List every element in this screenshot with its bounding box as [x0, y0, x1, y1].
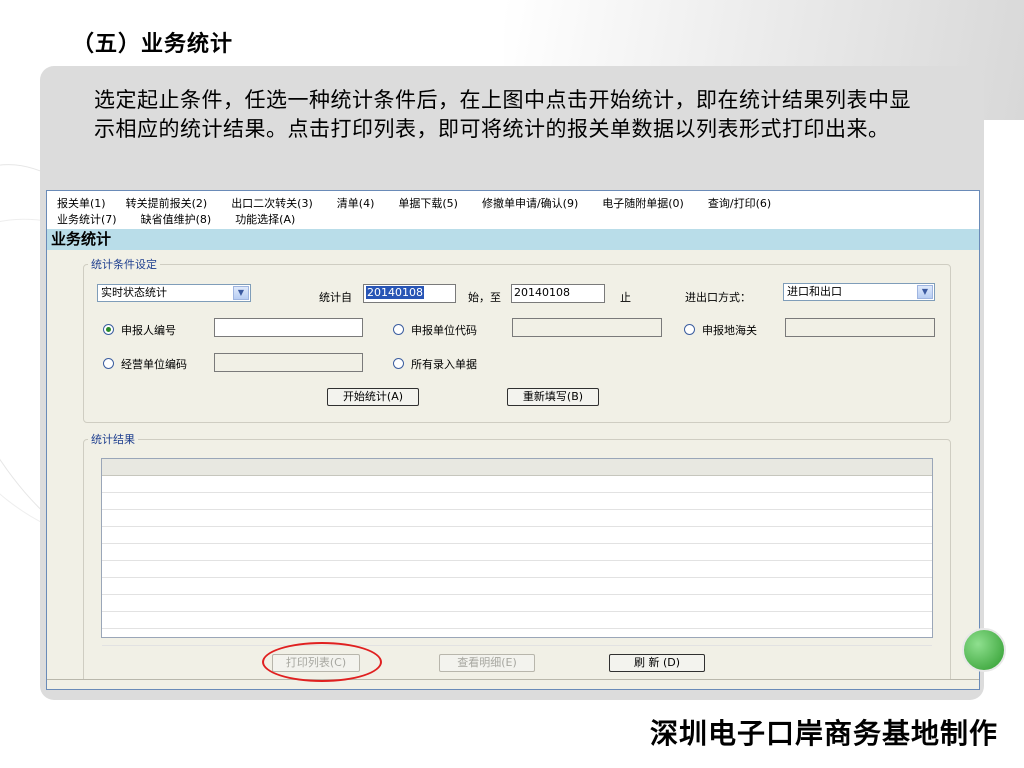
menu-item-doc-download[interactable]: 单据下载(5) [398, 195, 458, 211]
table-row [102, 612, 932, 629]
highlight-circle [262, 642, 382, 682]
date-from-value: 20140108 [366, 286, 424, 299]
date-from-input[interactable]: 20140108 [363, 284, 456, 303]
status-bar [47, 679, 979, 689]
menu-item-business-stats[interactable]: 业务统计(7) [57, 211, 117, 227]
menu-item-defaults[interactable]: 缺省值维护(8) [141, 211, 212, 227]
declare-unit-input[interactable] [512, 318, 662, 337]
window-title: 业务统计 [47, 229, 979, 250]
io-mode-label: 进出口方式： [685, 291, 751, 304]
io-mode-value: 进口和出口 [787, 285, 842, 298]
refresh-button[interactable]: 刷 新 (D) [609, 654, 705, 672]
table-row [102, 629, 932, 646]
menu-item-amend-request[interactable]: 修撤单申请/确认(9) [482, 195, 578, 211]
date-to-label: 始，至 [468, 291, 501, 304]
menu-item-export-second-transfer[interactable]: 出口二次转关(3) [231, 195, 313, 211]
description-text: 选定起止条件，任选一种统计条件后，在上图中点击开始统计，即在统计结果列表中显示相… [94, 88, 911, 141]
radio-operating-unit[interactable] [103, 358, 114, 369]
table-row [102, 510, 932, 527]
refill-button[interactable]: 重新填写(B) [507, 388, 599, 406]
table-row [102, 476, 932, 493]
results-legend: 统计结果 [91, 433, 135, 446]
menu-bar: 报关单(1) 转关提前报关(2) 出口二次转关(3) 清单(4) 单据下载(5)… [47, 191, 979, 229]
start-stats-button[interactable]: 开始统计(A) [327, 388, 419, 406]
radio-declare-unit-label: 申报单位代码 [411, 324, 477, 337]
chevron-down-icon[interactable]: ▼ [233, 286, 249, 300]
menu-item-attached-docs[interactable]: 电子随附单据(0) [602, 195, 684, 211]
slide-title: （五）业务统计 [72, 32, 234, 57]
table-row [102, 595, 932, 612]
menu-row-1: 报关单(1) 转关提前报关(2) 出口二次转关(3) 清单(4) 单据下载(5)… [57, 195, 795, 211]
results-table[interactable] [101, 458, 933, 646]
operating-unit-input[interactable] [214, 353, 363, 372]
menu-row-2: 业务统计(7) 缺省值维护(8) 功能选择(A) [57, 211, 319, 227]
radio-declare-unit[interactable] [393, 324, 404, 335]
table-row [102, 544, 932, 561]
table-row [102, 493, 932, 510]
date-to-input[interactable]: 20140108 [511, 284, 605, 303]
menu-item-list[interactable]: 清单(4) [337, 195, 375, 211]
declare-customs-input[interactable] [785, 318, 935, 337]
menu-item-declaration[interactable]: 报关单(1) [57, 195, 106, 211]
date-to-value: 20140108 [514, 286, 570, 299]
radio-declare-customs[interactable] [684, 324, 695, 335]
radio-declare-customs-label: 申报地海关 [702, 324, 757, 337]
table-row [102, 578, 932, 595]
date-from-label: 统计自 [319, 291, 352, 304]
results-table-header [102, 459, 932, 476]
conditions-legend: 统计条件设定 [91, 258, 157, 271]
chevron-down-icon[interactable]: ▼ [917, 285, 933, 299]
table-row [102, 561, 932, 578]
table-row [102, 527, 932, 544]
stat-type-value: 实时状态统计 [101, 286, 167, 299]
radio-all-entries-label: 所有录入单据 [411, 358, 477, 371]
menu-item-query-print[interactable]: 查询/打印(6) [708, 195, 771, 211]
radio-declarer-no-label: 申报人编号 [121, 324, 176, 337]
view-detail-button[interactable]: 查看明细(E) [439, 654, 535, 672]
radio-declarer-no[interactable] [103, 324, 114, 335]
menu-item-function-select[interactable]: 功能选择(A) [235, 211, 295, 227]
declarer-no-input[interactable] [214, 318, 363, 337]
date-end-label: 止 [620, 291, 631, 304]
footer-credit: 深圳电子口岸商务基地制作 [649, 717, 998, 750]
app-window: 报关单(1) 转关提前报关(2) 出口二次转关(3) 清单(4) 单据下载(5)… [46, 190, 980, 690]
io-mode-select[interactable]: 进口和出口 ▼ [783, 283, 935, 301]
menu-item-transfer-early[interactable]: 转关提前报关(2) [126, 195, 208, 211]
radio-all-entries[interactable] [393, 358, 404, 369]
radio-operating-unit-label: 经营单位编码 [121, 358, 187, 371]
stat-type-select[interactable]: 实时状态统计 ▼ [97, 284, 251, 302]
green-circle-icon [962, 628, 1006, 672]
